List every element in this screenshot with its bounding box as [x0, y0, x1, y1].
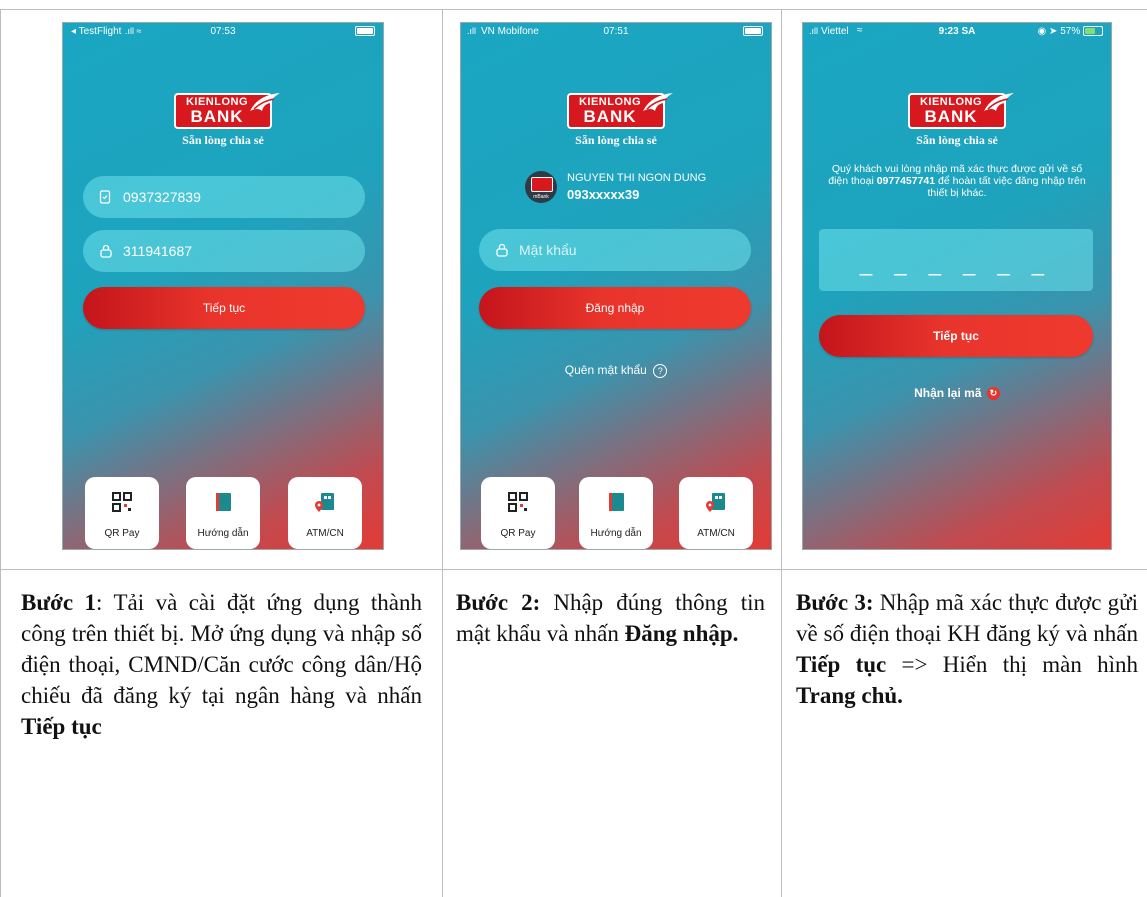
brand-bottom: BANK: [924, 107, 978, 126]
continue-button[interactable]: Tiếp tục: [819, 315, 1093, 357]
caption-step-label: Bước 2:: [456, 590, 541, 615]
brand-bottom: BANK: [583, 107, 637, 126]
otp-message: Quý khách vui lòng nhập mã xác thực được…: [821, 163, 1093, 199]
tile-label: Hướng dẫn: [197, 528, 249, 539]
battery-percent: 57%: [1060, 26, 1081, 37]
phone-screen-step-1: ◂ TestFlight .ıll ≈ 07:53 KIENLONG BANK …: [62, 22, 384, 550]
qr-pay-tile[interactable]: QR Pay: [481, 477, 555, 549]
caption-step-1: Bước 1: Tải và cài đặt ứng dụng thành cô…: [21, 587, 422, 742]
atm-tile[interactable]: ATM/CN: [679, 477, 753, 549]
id-input[interactable]: 311941687: [83, 230, 365, 272]
book-icon: [216, 493, 231, 511]
dragon-icon: [643, 93, 674, 111]
qr-pay-tile[interactable]: QR Pay: [85, 477, 159, 549]
tile-label: ATM/CN: [697, 528, 735, 539]
status-right: ◉ ➤ 57%: [1038, 26, 1103, 37]
atm-location-icon: [706, 493, 725, 512]
brand-slogan: Sẵn lòng chia sẻ: [182, 133, 264, 147]
status-bar: .ıll VN Mobifone 07:51: [461, 23, 771, 41]
tile-label: ATM/CN: [306, 528, 344, 539]
battery-icon: [355, 26, 375, 37]
otp-message-text-end: để hoàn tất việc đăng nhập trên thiết bị…: [927, 175, 1086, 199]
brand-bottom: BANK: [190, 107, 244, 126]
qr-icon: [508, 492, 528, 512]
user-name: NGUYEN THI NGON DUNG: [567, 172, 707, 184]
otp-message-phone: 0977457741: [876, 175, 936, 187]
caption-text-2: => Hiển thị màn hình: [886, 652, 1138, 677]
quick-actions: QR Pay Hướng dẫn ATM/CN: [481, 477, 753, 549]
password-placeholder: Mật khẩu: [519, 242, 577, 258]
caption-result: Trang chủ.: [796, 683, 903, 708]
help-icon: ?: [653, 363, 668, 378]
caption-step-label: Bước 1: [21, 590, 97, 615]
avatar: mBank: [525, 171, 557, 203]
phone-icon: [99, 190, 113, 204]
password-input[interactable]: Mật khẩu: [479, 229, 751, 271]
brand-slogan: Sẵn lòng chia sẻ: [916, 133, 998, 147]
atm-location-icon: [315, 493, 334, 512]
location-icon: ◉ ➤: [1037, 26, 1058, 37]
tile-label: QR Pay: [104, 528, 140, 539]
phone-input[interactable]: 0937327839: [83, 176, 365, 218]
battery-icon: [1083, 26, 1103, 37]
table-divider-2: [781, 9, 782, 897]
brand-logo: KIENLONG BANK Sẵn lòng chia sẻ: [461, 93, 771, 148]
phone-screen-step-3: .ıll Viettel ≈ 9:23 SA ◉ ➤ 57% KIENLONG …: [802, 22, 1112, 550]
user-phone: 093xxxxx39: [567, 187, 640, 202]
tile-label: Hướng dẫn: [590, 528, 642, 539]
guide-tile[interactable]: Hướng dẫn: [186, 477, 260, 549]
brand-logo: KIENLONG BANK Sẵn lòng chia sẻ: [803, 93, 1111, 148]
status-bar: .ıll Viettel ≈ 9:23 SA ◉ ➤ 57%: [803, 23, 1111, 41]
id-value: 311941687: [123, 243, 193, 259]
brand-logo: KIENLONG BANK Sẵn lòng chia sẻ: [63, 93, 383, 148]
status-time: 07:53: [210, 26, 236, 37]
tile-label: QR Pay: [500, 528, 536, 539]
table-border-left: [0, 9, 1, 897]
guide-tile[interactable]: Hướng dẫn: [579, 477, 653, 549]
table-border-top: [0, 9, 1147, 10]
atm-tile[interactable]: ATM/CN: [288, 477, 362, 549]
login-button[interactable]: Đăng nhập: [479, 287, 751, 329]
user-card: mBank NGUYEN THI NGON DUNG 093xxxxx39: [525, 169, 765, 209]
book-icon: [609, 493, 624, 511]
resend-code-link[interactable]: Nhận lại mã ↻: [803, 386, 1111, 401]
phone-screen-step-2: .ıll VN Mobifone 07:51 KIENLONG BANK Sẵn…: [460, 22, 772, 550]
forgot-label: Quên mật khẩu: [564, 363, 647, 377]
dragon-icon: [984, 93, 1015, 111]
continue-button[interactable]: Tiếp tục: [83, 287, 365, 329]
otp-placeholder: _ _ _ _ _ _: [860, 251, 1052, 276]
otp-input[interactable]: _ _ _ _ _ _: [819, 229, 1093, 291]
caption-step-3: Bước 3: Nhập mã xác thực được gửi về số …: [796, 587, 1138, 711]
phone-value: 0937327839: [123, 189, 201, 205]
lock-icon: [99, 244, 113, 258]
caption-action: Đăng nhập.: [624, 621, 739, 646]
dragon-icon: [250, 93, 281, 111]
avatar-label: mBank: [533, 194, 549, 200]
caption-action: Tiếp tục: [796, 652, 887, 677]
status-time: 07:51: [603, 26, 629, 37]
caption-step-2: Bước 2: Nhập đúng thông tin mật khẩu và …: [456, 587, 765, 649]
status-bar: ◂ TestFlight .ıll ≈ 07:53: [63, 23, 383, 41]
caption-step-label: Bước 3:: [796, 590, 874, 615]
refresh-icon: ↻: [986, 387, 1000, 401]
table-divider-1: [442, 9, 443, 897]
caption-action: Tiếp tục: [21, 714, 102, 739]
qr-icon: [112, 492, 132, 512]
resend-label: Nhận lại mã: [914, 386, 982, 400]
table-border-middle: [0, 569, 1147, 570]
battery-icon: [743, 26, 763, 37]
quick-actions: QR Pay Hướng dẫn ATM/CN: [85, 477, 362, 549]
brand-slogan: Sẵn lòng chia sẻ: [575, 133, 657, 147]
forgot-password-link[interactable]: Quên mật khẩu ?: [461, 363, 771, 378]
lock-icon: [495, 243, 509, 257]
